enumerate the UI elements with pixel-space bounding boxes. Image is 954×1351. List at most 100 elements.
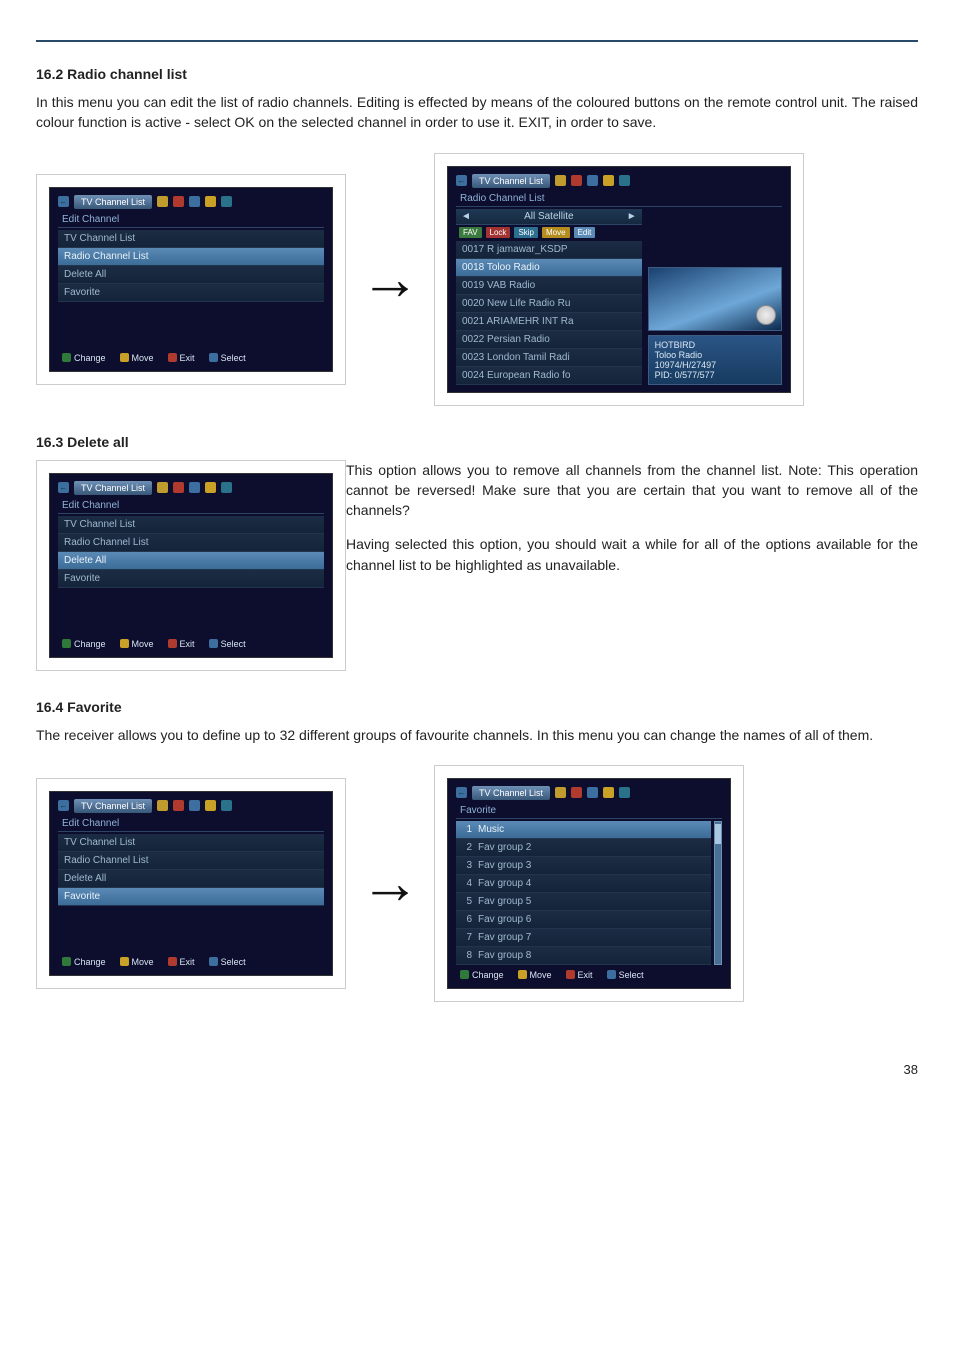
menu-item-fav[interactable]: Favorite: [58, 284, 324, 302]
cyan-icon: [221, 800, 232, 811]
ud-icon: [120, 353, 129, 362]
osd-titlebar: ← TV Channel List: [58, 799, 324, 813]
list-item[interactable]: 5Fav group 5: [456, 893, 711, 911]
list-item[interactable]: 1Music: [456, 821, 711, 839]
cyan-icon: [221, 482, 232, 493]
menu-item-delete[interactable]: Delete All: [58, 266, 324, 284]
osd-footbar: Change Move Exit Select: [58, 348, 324, 364]
info-pid: PID: 0/577/577: [655, 370, 775, 380]
scroll-thumb[interactable]: [715, 824, 721, 844]
foot-move: Move: [132, 353, 154, 363]
list-item[interactable]: 0022 Persian Radio: [456, 331, 642, 349]
red-icon: [571, 787, 582, 798]
tag-lock[interactable]: Lock: [486, 227, 511, 238]
lr-icon: [62, 639, 71, 648]
exit-icon: [168, 639, 177, 648]
red-icon: [173, 800, 184, 811]
list-item[interactable]: 0023 London Tamil Radi: [456, 349, 642, 367]
back-icon: ←: [456, 787, 467, 798]
page-number: 38: [36, 1062, 918, 1077]
foot-move: Move: [530, 970, 552, 980]
ok-icon: [607, 970, 616, 979]
tag-skip[interactable]: Skip: [514, 227, 538, 238]
lr-icon: [62, 957, 71, 966]
heading-164: 16.4 Favorite: [36, 699, 918, 715]
list-item[interactable]: 3Fav group 3: [456, 857, 711, 875]
cyan-icon: [619, 787, 630, 798]
exit-icon: [566, 970, 575, 979]
tag-move[interactable]: Move: [542, 227, 570, 238]
sat-left-icon[interactable]: ◄: [461, 211, 471, 222]
menu-item-tv[interactable]: TV Channel List: [58, 516, 324, 534]
top-rule: [36, 40, 918, 42]
osd-header: Edit Channel: [58, 498, 324, 514]
foot-exit: Exit: [578, 970, 593, 980]
menu-item-radio[interactable]: Radio Channel List: [58, 852, 324, 870]
list-item[interactable]: 0024 European Radio fo: [456, 367, 642, 385]
yellow-icon: [205, 196, 216, 207]
menu-item-tv[interactable]: TV Channel List: [58, 230, 324, 248]
foot-move: Move: [132, 957, 154, 967]
osd-titlebar: ← TV Channel List: [456, 174, 782, 188]
osd-footbar: Change Move Exit Select: [58, 634, 324, 650]
edit-menu-list: TV Channel List Radio Channel List Delet…: [58, 834, 324, 906]
back-icon: ←: [58, 482, 69, 493]
favorite-list: 1Music 2Fav group 2 3Fav group 3 4Fav gr…: [456, 821, 711, 965]
foot-select: Select: [221, 353, 246, 363]
menu-item-fav[interactable]: Favorite: [58, 888, 324, 906]
figure-row-162: ← TV Channel List Edit Channel TV Channe…: [36, 153, 918, 406]
foot-change: Change: [74, 353, 106, 363]
sat-right-icon[interactable]: ►: [627, 211, 637, 222]
osd-header-radio: Radio Channel List: [456, 191, 782, 207]
osd-title: TV Channel List: [472, 786, 550, 800]
menu-item-radio[interactable]: Radio Channel List: [58, 534, 324, 552]
fav-icon: [555, 787, 566, 798]
menu-item-radio[interactable]: Radio Channel List: [58, 248, 324, 266]
yellow-icon: [205, 482, 216, 493]
body-163-p2: Having selected this option, you should …: [346, 534, 918, 575]
list-item[interactable]: 0017 R jamawar_KSDP: [456, 241, 642, 259]
heading-163: 16.3 Delete all: [36, 434, 918, 450]
list-item[interactable]: 4Fav group 4: [456, 875, 711, 893]
info-freq: 10974/H/27497: [655, 360, 775, 370]
list-item[interactable]: 0018 Toloo Radio: [456, 259, 642, 277]
cyan-icon: [221, 196, 232, 207]
fav-icon: [157, 800, 168, 811]
info-sat: HOTBIRD: [655, 340, 775, 350]
osd-titlebar: ← TV Channel List: [456, 786, 722, 800]
ud-icon: [120, 957, 129, 966]
osd-header-fav: Favorite: [456, 803, 722, 819]
exit-icon: [168, 353, 177, 362]
edit-menu-list: TV Channel List Radio Channel List Delet…: [58, 230, 324, 302]
ud-icon: [518, 970, 527, 979]
list-item[interactable]: 7Fav group 7: [456, 929, 711, 947]
info-chan: Toloo Radio: [655, 350, 775, 360]
list-item[interactable]: 0021 ARIAMEHR INT Ra: [456, 313, 642, 331]
list-item[interactable]: 8Fav group 8: [456, 947, 711, 965]
radio-list: 0017 R jamawar_KSDP 0018 Toloo Radio 001…: [456, 241, 642, 385]
figure-row-164: ← TV Channel List Edit Channel TV Channe…: [36, 765, 918, 1002]
menu-item-fav[interactable]: Favorite: [58, 570, 324, 588]
blue-icon: [189, 196, 200, 207]
list-item[interactable]: 0019 VAB Radio: [456, 277, 642, 295]
body-162: In this menu you can edit the list of ra…: [36, 92, 918, 133]
list-item[interactable]: 6Fav group 6: [456, 911, 711, 929]
body-163-p1: This option allows you to remove all cha…: [346, 460, 918, 521]
ok-icon: [209, 353, 218, 362]
edit-menu-list: TV Channel List Radio Channel List Delet…: [58, 516, 324, 588]
osd-title: TV Channel List: [74, 195, 152, 209]
list-item[interactable]: 0020 New Life Radio Ru: [456, 295, 642, 313]
tag-fav[interactable]: FAV: [459, 227, 482, 238]
scrollbar[interactable]: [714, 821, 722, 965]
lr-icon: [460, 970, 469, 979]
osd-titlebar: ← TV Channel List: [58, 195, 324, 209]
menu-item-tv[interactable]: TV Channel List: [58, 834, 324, 852]
blue-icon: [189, 482, 200, 493]
foot-move: Move: [132, 639, 154, 649]
ok-icon: [209, 639, 218, 648]
list-item[interactable]: 2Fav group 2: [456, 839, 711, 857]
menu-item-delete[interactable]: Delete All: [58, 870, 324, 888]
screenshot-edit-fav: ← TV Channel List Edit Channel TV Channe…: [36, 778, 346, 989]
menu-item-delete[interactable]: Delete All: [58, 552, 324, 570]
tag-edit[interactable]: Edit: [574, 227, 596, 238]
